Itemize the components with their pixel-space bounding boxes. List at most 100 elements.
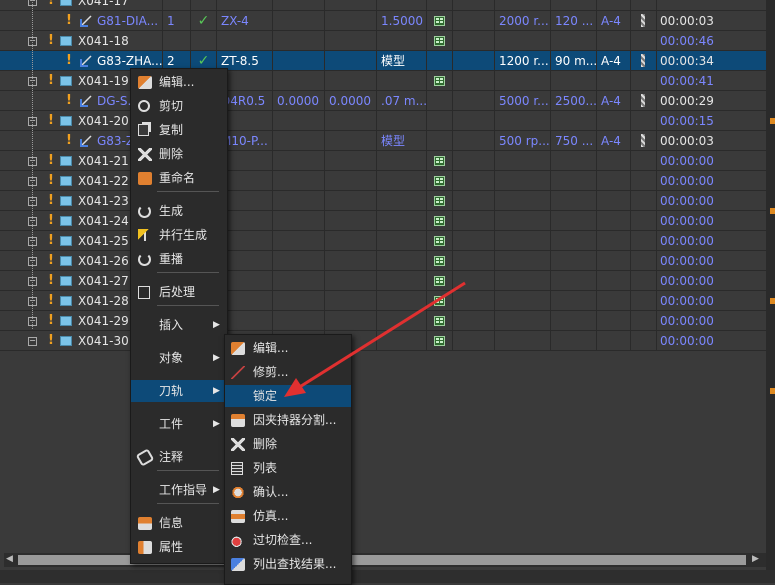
program-group-row[interactable]: −! X041-24 00:00:00	[0, 211, 766, 231]
menu-item-label: 后处理	[159, 285, 196, 299]
program-group-icon	[60, 196, 72, 206]
status-grid-icon	[434, 216, 445, 226]
menu-item-label: 生成	[159, 204, 184, 218]
warning-icon: !	[66, 13, 72, 28]
copy-icon	[138, 124, 149, 136]
name-cell[interactable]: ! G81-DIA...	[0, 11, 162, 31]
program-group-row[interactable]: −! X041-20 00:00:15	[0, 111, 766, 131]
menu-item-label: 因夹持器分割...	[253, 413, 337, 427]
context-menu-item[interactable]: 属性	[131, 536, 227, 558]
operation-row[interactable]: ! G83-Z... M10-P... 模型 500 rp... 750 ... A-4 00…	[0, 131, 766, 151]
toolpath-submenu-item[interactable]: 仿真...	[225, 505, 351, 527]
expand-collapse-icon[interactable]: −	[28, 337, 37, 346]
program-group-row[interactable]: −! X041-17	[0, 0, 766, 11]
menu-item-label: 重播	[159, 252, 184, 266]
operation-row[interactable]: ! DG-S... D4R0.5 0.0000 0.0000.07 m... 5000 r…	[0, 91, 766, 111]
name-label: X041-25	[78, 234, 129, 248]
feed-cell: 90 m...	[550, 51, 596, 71]
program-group-row[interactable]: −! X041-25 00:00:00	[0, 231, 766, 251]
program-group-icon	[60, 116, 72, 126]
toolpath-submenu: 编辑... 修剪... 锁定因夹持器分割... 删除列表 确认... 仿真... 过切检查.…	[224, 334, 352, 585]
time-cell: 00:00:41	[656, 71, 766, 91]
context-menu-item[interactable]: 生成	[131, 200, 227, 222]
name-cell[interactable]: −! X041-17	[0, 0, 162, 11]
drill-icon	[641, 14, 645, 27]
toolpath-submenu-item[interactable]: 锁定	[225, 385, 351, 407]
context-menu-item[interactable]: 剪切	[131, 95, 227, 117]
warning-icon: !	[48, 233, 54, 248]
context-menu-item[interactable]: 重命名	[131, 167, 227, 189]
context-menu-item[interactable]: 工件 ▶	[131, 413, 227, 435]
context-menu-item[interactable]: 注释	[131, 446, 227, 468]
context-menu-item[interactable]: 并行生成	[131, 224, 227, 246]
program-group-row[interactable]: −! X041-28 00:00:00	[0, 291, 766, 311]
warning-icon: !	[48, 73, 54, 88]
context-menu-item[interactable]: 复制	[131, 119, 227, 141]
operation-icon	[80, 55, 92, 67]
menu-item-label: 删除	[159, 147, 184, 161]
program-group-row[interactable]: −! X041-19 00:00:41	[0, 71, 766, 91]
value-c-cell	[376, 331, 426, 351]
status-grid-icon	[434, 296, 445, 306]
scroll-left-icon[interactable]: ◀	[6, 554, 13, 564]
spindle-cell	[494, 211, 550, 231]
toolpath-submenu-item[interactable]: 删除	[225, 433, 351, 455]
value-a-cell	[272, 231, 324, 251]
context-menu-item[interactable]: 对象 ▶	[131, 347, 227, 369]
axis-cell	[596, 331, 630, 351]
axis-cell: A-4	[596, 91, 630, 111]
context-menu-item[interactable]: 后处理	[131, 281, 227, 303]
toolpath-submenu-item[interactable]: 编辑...	[225, 337, 351, 359]
drill-icon	[641, 54, 645, 67]
context-menu-item[interactable]: 插入 ▶	[131, 314, 227, 336]
time-cell: 00:00:00	[656, 211, 766, 231]
context-menu-item[interactable]: 刀轨 ▶	[131, 380, 227, 402]
horizontal-scroll-thumb[interactable]	[18, 555, 746, 565]
program-group-row[interactable]: −! X041-30 00:00:00	[0, 331, 766, 351]
context-menu-item[interactable]: 工作指导 ▶	[131, 479, 227, 501]
program-group-row[interactable]: −! X041-26 00:00:00	[0, 251, 766, 271]
program-group-row[interactable]: −! X041-27 00:00:00	[0, 271, 766, 291]
tool-type-cell	[630, 111, 656, 131]
context-menu-item[interactable]: 编辑...	[131, 71, 227, 93]
horizontal-scrollbar[interactable]: ◀ ▶	[4, 553, 766, 567]
menu-item-label: 刀轨	[159, 384, 184, 398]
toolpath-submenu-item[interactable]: 修剪...	[225, 361, 351, 383]
postprocess-icon	[138, 286, 150, 299]
spindle-cell	[494, 291, 550, 311]
status-grid-icon	[434, 176, 445, 186]
axis-cell	[596, 0, 630, 11]
program-group-icon	[60, 36, 72, 46]
toolpath-submenu-item[interactable]: 确认...	[225, 481, 351, 503]
feed-cell	[550, 311, 596, 331]
program-group-row[interactable]: −! X041-23 00:00:00	[0, 191, 766, 211]
program-group-row[interactable]: −! X041-21 00:00:00	[0, 151, 766, 171]
toolpath-submenu-item[interactable]: 因夹持器分割...	[225, 409, 351, 431]
menu-item-label: 过切检查...	[253, 533, 313, 547]
menu-item-label: 工作指导	[159, 483, 208, 497]
value-a-cell	[272, 0, 324, 11]
toolpath-submenu-item[interactable]: 列出查找结果...	[225, 553, 351, 575]
toolpath-submenu-item[interactable]: 过切检查...	[225, 529, 351, 551]
context-menu-item[interactable]: 删除	[131, 143, 227, 165]
operation-row[interactable]: ! G81-DIA... 1 ✓ ZX-4 1.5000 2000 r... 120 ... A…	[0, 11, 766, 31]
toolpath-submenu-item[interactable]: 列表	[225, 457, 351, 479]
empty-cell	[452, 191, 494, 211]
program-group-row[interactable]: −! X041-22 00:00:00	[0, 171, 766, 191]
time-cell: 00:00:00	[656, 251, 766, 271]
checkmark-icon: ✓	[197, 13, 210, 29]
name-cell[interactable]: −! X041-18	[0, 31, 162, 51]
scroll-right-icon[interactable]: ▶	[752, 554, 759, 564]
program-group-row[interactable]: −! X041-18 00:00:46	[0, 31, 766, 51]
menu-item-label: 删除	[253, 437, 278, 451]
tool-type-cell	[630, 271, 656, 291]
vertical-scrollbar[interactable]	[766, 0, 775, 583]
context-menu-item[interactable]: 重播	[131, 248, 227, 270]
program-group-row[interactable]: −! X041-29 00:00:00	[0, 311, 766, 331]
status-icon-cell	[426, 11, 452, 31]
operation-row[interactable]: ! G83-ZHA... 2 ✓ ZT-8.5 模型 1200 r... 90 m... A-4…	[0, 51, 766, 71]
status-icon-cell	[426, 111, 452, 131]
axis-cell: A-4	[596, 51, 630, 71]
status-grid-icon	[434, 236, 445, 246]
context-menu-item[interactable]: 信息	[131, 512, 227, 534]
